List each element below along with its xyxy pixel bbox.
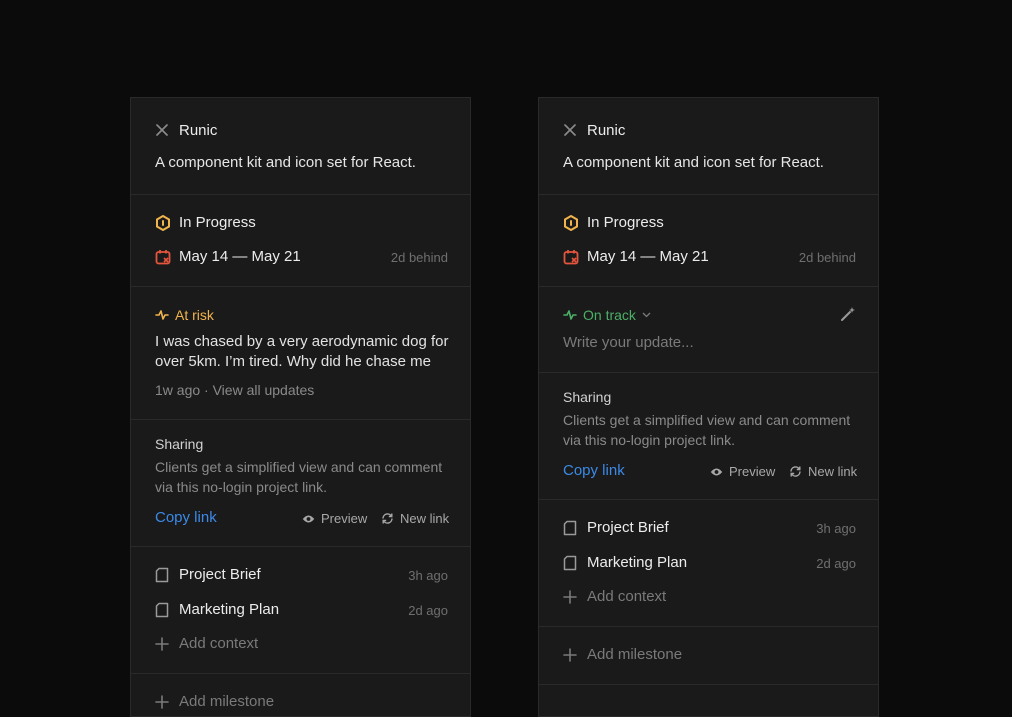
project-header: Runic A component kit and icon set for R… <box>539 98 878 195</box>
eye-icon <box>710 467 723 477</box>
refresh-icon <box>789 465 802 478</box>
sharing-description-line: via this no-login project link. <box>563 432 735 448</box>
preview-label: Preview <box>729 464 776 479</box>
sharing-description-line: via this no-login project link. <box>155 479 327 495</box>
copy-link-button[interactable]: Copy link <box>155 509 217 526</box>
add-milestone-button[interactable]: Add milestone <box>563 646 682 663</box>
refresh-icon <box>381 512 394 525</box>
health-on-track[interactable]: On track <box>563 307 651 323</box>
project-status: In Progress May 14 — May 21 2d behind <box>131 195 470 287</box>
sharing-section: Sharing Clients get a simplified view an… <box>131 420 470 547</box>
new-link-button[interactable]: New link <box>381 511 449 526</box>
document-icon <box>155 602 169 618</box>
add-context-button[interactable]: Add context <box>155 635 258 652</box>
chevron-down-icon <box>642 312 651 318</box>
pulse-icon <box>155 309 169 321</box>
in-progress-icon <box>563 215 579 231</box>
new-link-label: New link <box>808 464 858 479</box>
milestone-section: Add milestone <box>539 627 878 685</box>
calendar-overdue-icon <box>563 249 579 265</box>
calendar-overdue-icon <box>155 249 171 265</box>
plus-icon <box>563 647 577 662</box>
behind-badge: 2d behind <box>390 250 448 265</box>
update-input[interactable]: Write your update... <box>563 334 694 351</box>
project-header: Runic A component kit and icon set for R… <box>131 98 470 195</box>
milestone-section: Add milestone <box>131 674 470 716</box>
update-meta[interactable]: 1w ago · View all updates <box>155 380 314 400</box>
health-label: At risk <box>175 307 214 323</box>
behind-badge: 2d behind <box>798 250 856 265</box>
file-time: 3h ago <box>816 521 856 536</box>
status-label[interactable]: In Progress <box>179 214 256 231</box>
add-milestone-label: Add milestone <box>587 646 683 663</box>
new-link-button[interactable]: New link <box>789 464 857 479</box>
close-icon[interactable] <box>563 123 577 137</box>
project-name: Runic <box>587 122 626 139</box>
plus-icon <box>563 589 577 604</box>
file-name[interactable]: Marketing Plan <box>179 601 279 618</box>
date-range[interactable]: May 14 — May 21 <box>179 248 301 265</box>
project-update: At risk I was chased by a very aerodynam… <box>131 287 470 420</box>
preview-button[interactable]: Preview <box>710 464 775 479</box>
sharing-description-line: Clients get a simplified view and can co… <box>563 412 851 428</box>
preview-label: Preview <box>321 511 368 526</box>
context-section: Project Brief 3h ago Marketing Plan 2d a… <box>539 500 878 627</box>
health-at-risk[interactable]: At risk <box>155 307 214 323</box>
file-name[interactable]: Project Brief <box>179 566 261 583</box>
add-milestone-label: Add milestone <box>179 693 275 710</box>
preview-button[interactable]: Preview <box>302 511 367 526</box>
plus-icon <box>155 694 169 709</box>
project-name: Runic <box>179 122 218 139</box>
in-progress-icon <box>155 215 171 231</box>
add-milestone-button[interactable]: Add milestone <box>155 693 274 710</box>
close-icon[interactable] <box>155 123 169 137</box>
project-update: On track Write your update... <box>539 287 878 373</box>
project-status: In Progress May 14 — May 21 2d behind <box>539 195 878 287</box>
copy-link-button[interactable]: Copy link <box>563 462 625 479</box>
file-name[interactable]: Project Brief <box>587 519 669 536</box>
file-name[interactable]: Marketing Plan <box>587 554 687 571</box>
document-icon <box>155 567 169 583</box>
add-context-button[interactable]: Add context <box>563 588 666 605</box>
add-context-label: Add context <box>179 635 259 652</box>
document-icon <box>563 520 577 536</box>
plus-icon <box>155 636 169 651</box>
pulse-icon <box>563 309 577 321</box>
file-time: 2d ago <box>408 603 448 618</box>
context-section: Project Brief 3h ago Marketing Plan 2d a… <box>131 547 470 674</box>
date-range[interactable]: May 14 — May 21 <box>587 248 709 265</box>
health-label: On track <box>583 307 636 323</box>
project-panel-on-track: Runic A component kit and icon set for R… <box>538 97 879 717</box>
document-icon <box>563 555 577 571</box>
file-time: 3h ago <box>408 568 448 583</box>
project-panel-at-risk: Runic A component kit and icon set for R… <box>130 97 471 717</box>
magic-wand-icon[interactable] <box>840 306 856 322</box>
project-description: A component kit and icon set for React. <box>563 154 824 171</box>
file-time: 2d ago <box>816 556 856 571</box>
sharing-section: Sharing Clients get a simplified view an… <box>539 373 878 500</box>
sharing-title: Sharing <box>563 389 612 405</box>
sharing-title: Sharing <box>155 436 204 452</box>
add-context-label: Add context <box>587 588 667 605</box>
status-label[interactable]: In Progress <box>587 214 664 231</box>
project-description: A component kit and icon set for React. <box>155 154 416 171</box>
eye-icon <box>302 514 315 524</box>
new-link-label: New link <box>400 511 450 526</box>
update-text-line: I was chased by a very aerodynamic dog f… <box>155 333 449 350</box>
update-text-line: over 5km. I’m tired. Why did he chase me <box>155 353 431 370</box>
sharing-description-line: Clients get a simplified view and can co… <box>155 459 443 475</box>
